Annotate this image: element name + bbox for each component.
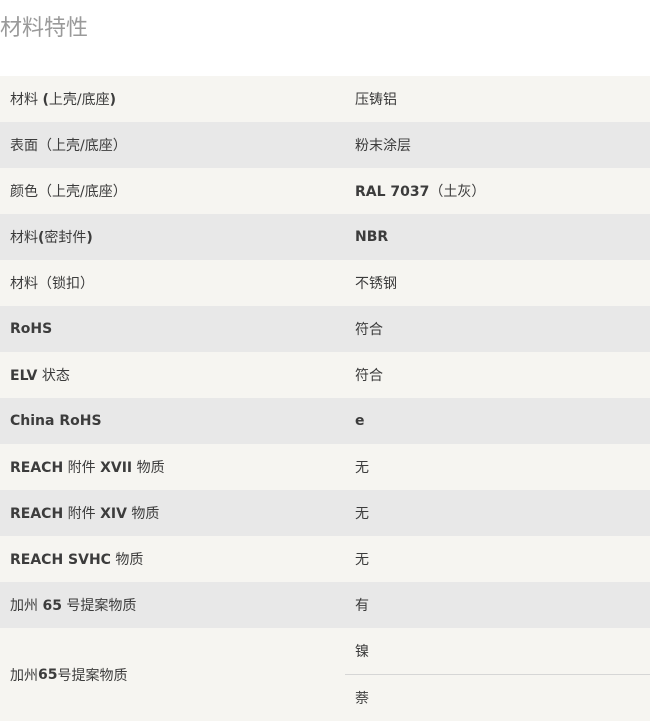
row-value: e bbox=[355, 413, 365, 429]
table-row: 加州 65 号提案物质 镍 萘 bbox=[0, 628, 650, 721]
table-row: RoHS 符合 bbox=[0, 306, 650, 352]
row-label: 材料 (上壳/底座) bbox=[10, 92, 116, 108]
row-label: 材料(密封件) bbox=[10, 230, 93, 246]
table-row: ELV 状态 符合 bbox=[0, 352, 650, 398]
table-row: REACH SVHC 物质 无 bbox=[0, 536, 650, 582]
row-value: 符合 bbox=[355, 368, 383, 384]
row-value: 粉末涂层 bbox=[355, 138, 411, 154]
row-value: 符合 bbox=[355, 322, 383, 338]
table-row: 颜色（上壳/底座） RAL 7037（土灰） bbox=[0, 168, 650, 214]
row-value-item: 萘 bbox=[345, 674, 650, 720]
row-label: 表面（上壳/底座） bbox=[10, 138, 127, 154]
row-label: REACH SVHC 物质 bbox=[10, 552, 144, 568]
row-label: 颜色（上壳/底座） bbox=[10, 184, 127, 200]
row-value-list: 镍 萘 bbox=[345, 628, 650, 721]
row-label: REACH 附件 XIV 物质 bbox=[10, 506, 160, 522]
row-value: 有 bbox=[355, 598, 369, 614]
row-value: 无 bbox=[355, 506, 369, 522]
table-row: REACH 附件 XVII 物质 无 bbox=[0, 444, 650, 490]
row-label: China RoHS bbox=[10, 413, 102, 429]
row-value: NBR bbox=[355, 229, 389, 245]
table-row: China RoHS e bbox=[0, 398, 650, 444]
row-label: 材料（锁扣） bbox=[10, 276, 94, 292]
row-value: 不锈钢 bbox=[355, 276, 397, 292]
table-row: 表面（上壳/底座） 粉末涂层 bbox=[0, 122, 650, 168]
material-properties-table: 材料 (上壳/底座) 压铸铝 表面（上壳/底座） 粉末涂层 颜色（上壳/底座） … bbox=[0, 76, 650, 721]
row-value: 无 bbox=[355, 460, 369, 476]
row-label: RoHS bbox=[10, 321, 53, 337]
row-value-item: 镍 bbox=[355, 644, 369, 660]
row-value: RAL 7037（土灰） bbox=[355, 184, 486, 200]
table-row: 材料（锁扣） 不锈钢 bbox=[0, 260, 650, 306]
row-label: REACH 附件 XVII 物质 bbox=[10, 460, 165, 476]
row-label: 加州 65 号提案物质 bbox=[10, 666, 128, 684]
row-value: 无 bbox=[355, 552, 369, 568]
table-row: 材料 (上壳/底座) 压铸铝 bbox=[0, 76, 650, 122]
row-label: ELV 状态 bbox=[10, 368, 70, 384]
table-row: 加州 65 号提案物质 有 bbox=[0, 582, 650, 628]
row-value: 压铸铝 bbox=[355, 92, 397, 108]
table-row: REACH 附件 XIV 物质 无 bbox=[0, 490, 650, 536]
row-label: 加州 65 号提案物质 bbox=[10, 598, 137, 614]
section-title: 材料特性 bbox=[0, 16, 89, 41]
table-row: 材料(密封件) NBR bbox=[0, 214, 650, 260]
